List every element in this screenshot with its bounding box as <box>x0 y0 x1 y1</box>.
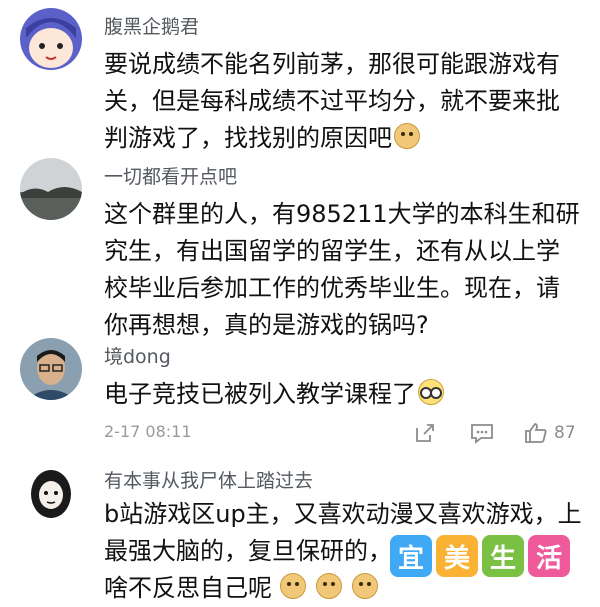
comment-icon <box>471 424 493 444</box>
username[interactable]: 一切都看开点吧 <box>104 162 237 189</box>
timestamp: 2-17 08:11 <box>104 422 192 441</box>
comment-line: 校毕业后参加工作的优秀毕业生。现在，请 <box>104 274 560 302</box>
username[interactable]: 境dong <box>104 342 171 369</box>
comment-text: 电子竞技已被列入教学课程了 <box>104 376 584 413</box>
comment-line-text: 判游戏了，找找别的原因吧 <box>104 124 392 152</box>
watermark-char: 活 <box>528 535 570 577</box>
reply-button[interactable] <box>470 420 494 446</box>
comment-line-text: 啥不反思自己呢 <box>104 574 272 602</box>
watermark-char: 生 <box>482 535 524 577</box>
share-button[interactable] <box>414 420 436 446</box>
like-count: 87 <box>554 423 576 443</box>
comment-line: 究生，有出国留学的留学生，还有从以上学 <box>104 237 560 265</box>
like-button[interactable]: 87 <box>524 420 576 446</box>
comment-meta: 2-17 08:11 87 <box>104 420 584 446</box>
glasses-emoji <box>418 379 444 405</box>
comment-line: b站游戏区up主，又喜欢动漫又喜欢游戏，上 <box>104 500 582 528</box>
comment-line-text: 电子竞技已被列入教学课程了 <box>104 380 416 408</box>
watermark-char: 美 <box>436 535 478 577</box>
username[interactable]: 有本事从我尸体上踏过去 <box>104 466 313 493</box>
doge-emoji <box>280 573 306 599</box>
comment-line: 要说成绩不能名列前茅，那很可能跟游戏有 <box>104 50 560 78</box>
avatar[interactable] <box>20 158 82 220</box>
comment-line: 这个群里的人，有985211大学的本科生和研 <box>104 200 580 228</box>
doge-emoji <box>394 123 420 149</box>
thumbs-up-icon <box>525 423 547 443</box>
avatar[interactable] <box>20 338 82 400</box>
comment-text: 要说成绩不能名列前茅，那很可能跟游戏有 关，但是每科成绩不过平均分，就不要来批 … <box>104 46 584 157</box>
doge-emoji <box>352 573 378 599</box>
doge-emoji <box>316 573 342 599</box>
avatar[interactable] <box>20 462 82 524</box>
watermark-logo: 宜 美 生 活 <box>390 535 570 577</box>
comment-text: 这个群里的人，有985211大学的本科生和研 究生，有出国留学的留学生，还有从以… <box>104 196 584 344</box>
comment-line: 判游戏了，找找别的原因吧 <box>104 120 584 157</box>
comment-line: 电子竞技已被列入教学课程了 <box>104 376 584 413</box>
comment-line: 你再想想，真的是游戏的锅吗? <box>104 311 429 339</box>
share-icon <box>416 424 434 442</box>
avatar[interactable] <box>20 8 82 70</box>
username[interactable]: 腹黑企鹅君 <box>104 12 199 39</box>
watermark-char: 宜 <box>390 535 432 577</box>
comment-line: 关，但是每科成绩不过平均分，就不要来批 <box>104 87 560 115</box>
